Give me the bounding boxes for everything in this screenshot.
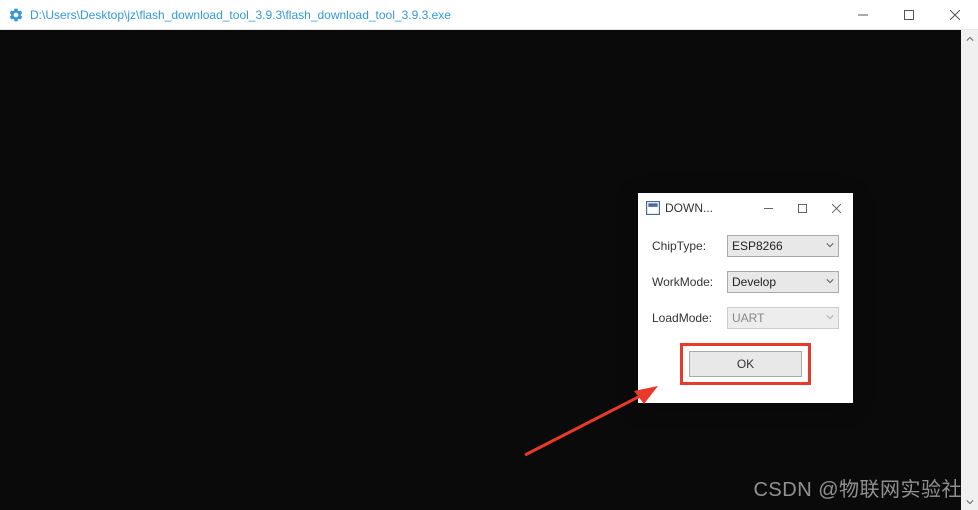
chiptype-row: ChipType: ESP8266: [652, 235, 839, 257]
chevron-down-icon: [826, 241, 834, 251]
vertical-scrollbar[interactable]: [961, 30, 978, 510]
dialog-title: DOWN...: [665, 201, 751, 215]
loadmode-select: UART: [727, 307, 839, 329]
workmode-select[interactable]: Develop: [727, 271, 839, 293]
main-window-controls: [840, 0, 978, 29]
dialog-body: ChipType: ESP8266 WorkMode: Develop Load…: [638, 223, 853, 397]
main-titlebar: D:\Users\Desktop\jz\flash_download_tool_…: [0, 0, 978, 30]
workmode-value: Develop: [732, 275, 776, 289]
dialog-close-button[interactable]: [819, 193, 853, 223]
ok-button-label: OK: [737, 357, 754, 371]
workmode-row: WorkMode: Develop: [652, 271, 839, 293]
download-config-dialog: DOWN... ChipType: ESP8266 WorkMode:: [638, 193, 853, 403]
chiptype-select[interactable]: ESP8266: [727, 235, 839, 257]
chevron-down-icon: [826, 313, 834, 323]
ok-highlight-box: OK: [680, 343, 811, 385]
dialog-maximize-button[interactable]: [785, 193, 819, 223]
workmode-label: WorkMode:: [652, 275, 727, 289]
dialog-titlebar: DOWN...: [638, 193, 853, 223]
chevron-down-icon: [826, 277, 834, 287]
chiptype-label: ChipType:: [652, 239, 727, 253]
ok-button[interactable]: OK: [689, 351, 802, 377]
dialog-window-controls: [751, 193, 853, 223]
dialog-minimize-button[interactable]: [751, 193, 785, 223]
scroll-track[interactable]: [961, 47, 978, 493]
chiptype-value: ESP8266: [732, 239, 783, 253]
loadmode-value: UART: [732, 311, 764, 325]
scroll-down-icon[interactable]: [961, 493, 978, 510]
scroll-up-icon[interactable]: [961, 30, 978, 47]
app-gear-icon: [8, 7, 24, 23]
loadmode-row: LoadMode: UART: [652, 307, 839, 329]
close-button[interactable]: [932, 0, 978, 29]
loadmode-label: LoadMode:: [652, 311, 727, 325]
dialog-app-icon: [646, 201, 660, 215]
minimize-button[interactable]: [840, 0, 886, 29]
maximize-button[interactable]: [886, 0, 932, 29]
main-title: D:\Users\Desktop\jz\flash_download_tool_…: [30, 8, 840, 22]
